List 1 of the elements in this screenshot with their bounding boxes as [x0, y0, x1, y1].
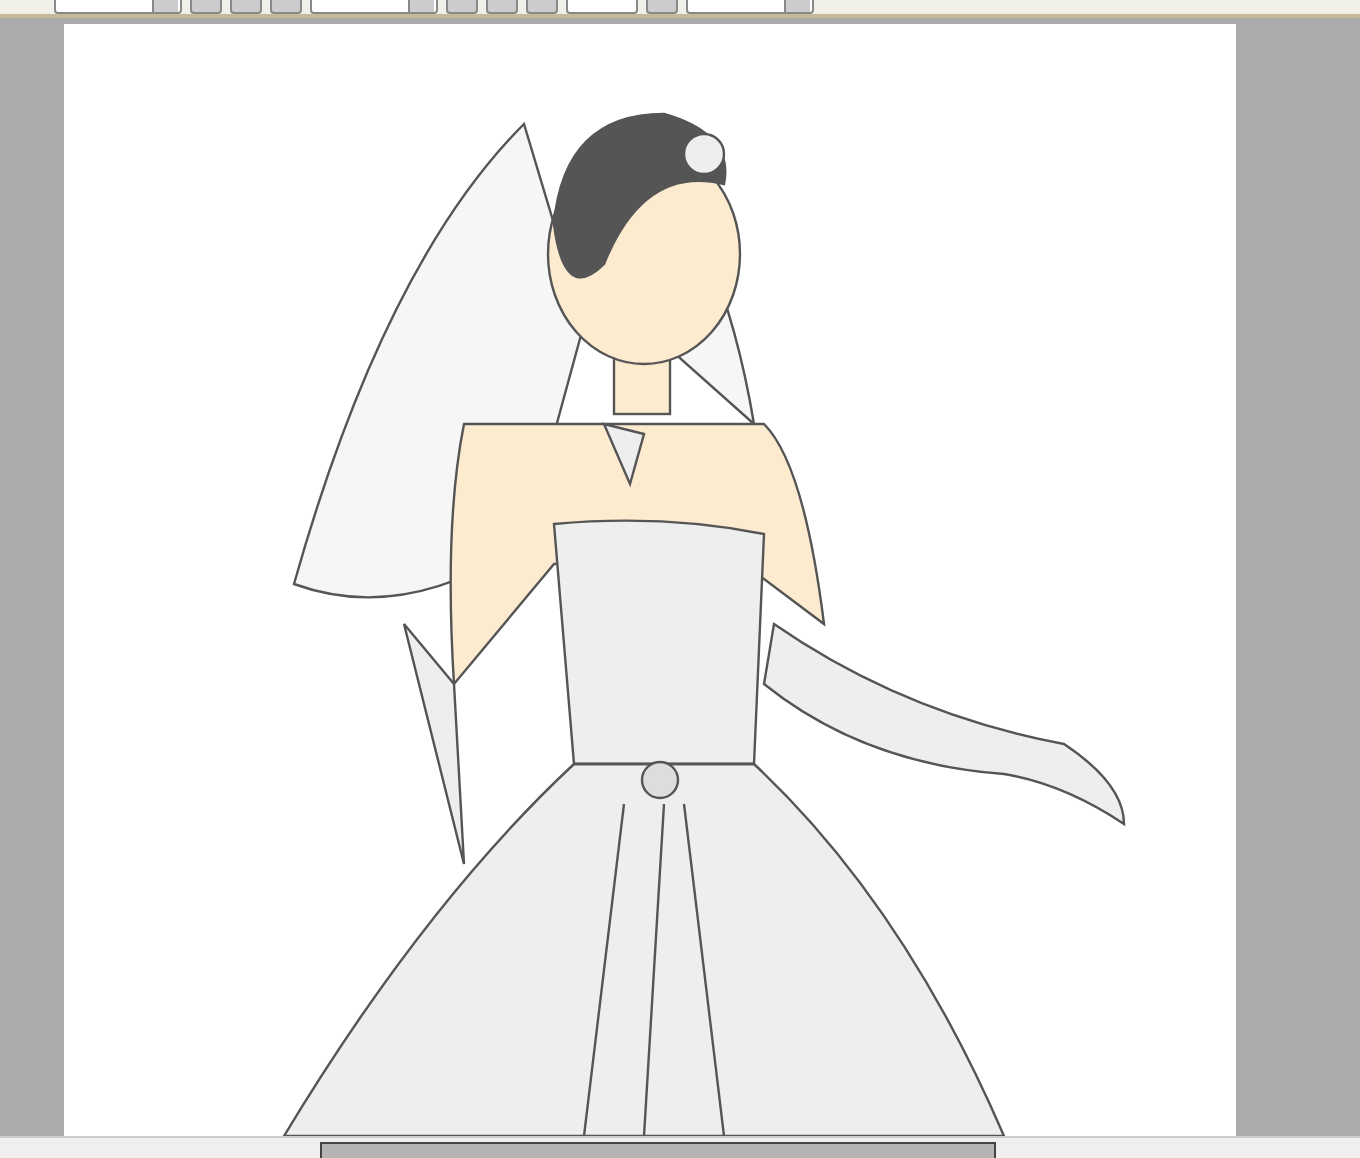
- scrollbar-thumb[interactable]: [320, 1142, 996, 1158]
